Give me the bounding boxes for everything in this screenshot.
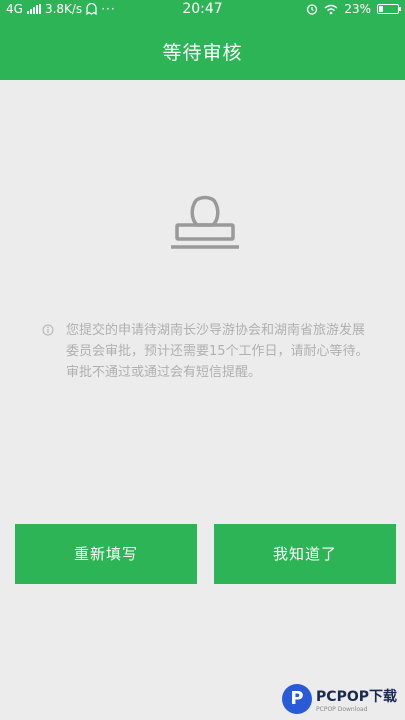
stamp-icon [171, 195, 239, 249]
wifi-icon [324, 4, 338, 14]
notice-text: 您提交的申请待湖南长沙导游协会和湖南省旅游发展委员会审批，预计还需要15个工作日… [66, 323, 369, 380]
watermark-logo: P [282, 684, 313, 714]
refill-button[interactable]: 重新填写 [15, 524, 197, 584]
alarm-icon [307, 4, 318, 15]
got-it-button[interactable]: 我知道了 [214, 524, 396, 584]
review-notice: 您提交的申请待湖南长沙导游协会和湖南省旅游发展委员会审批，预计还需要15个工作日… [42, 320, 374, 383]
battery-percent: 23% [344, 2, 371, 16]
status-bar: 4G 3.8K/s ··· 20:47 23% [0, 0, 405, 20]
watermark: P PCPOP下载 PCPOP Download [282, 684, 397, 714]
watermark-text: PCPOP下载 [316, 688, 397, 705]
battery-icon [377, 4, 401, 14]
header-bar: 4G 3.8K/s ··· 20:47 23% 等待审核 [0, 0, 405, 80]
info-icon [42, 324, 54, 336]
watermark-subtext: PCPOP Download [316, 705, 368, 713]
page-title: 等待审核 [162, 42, 243, 64]
